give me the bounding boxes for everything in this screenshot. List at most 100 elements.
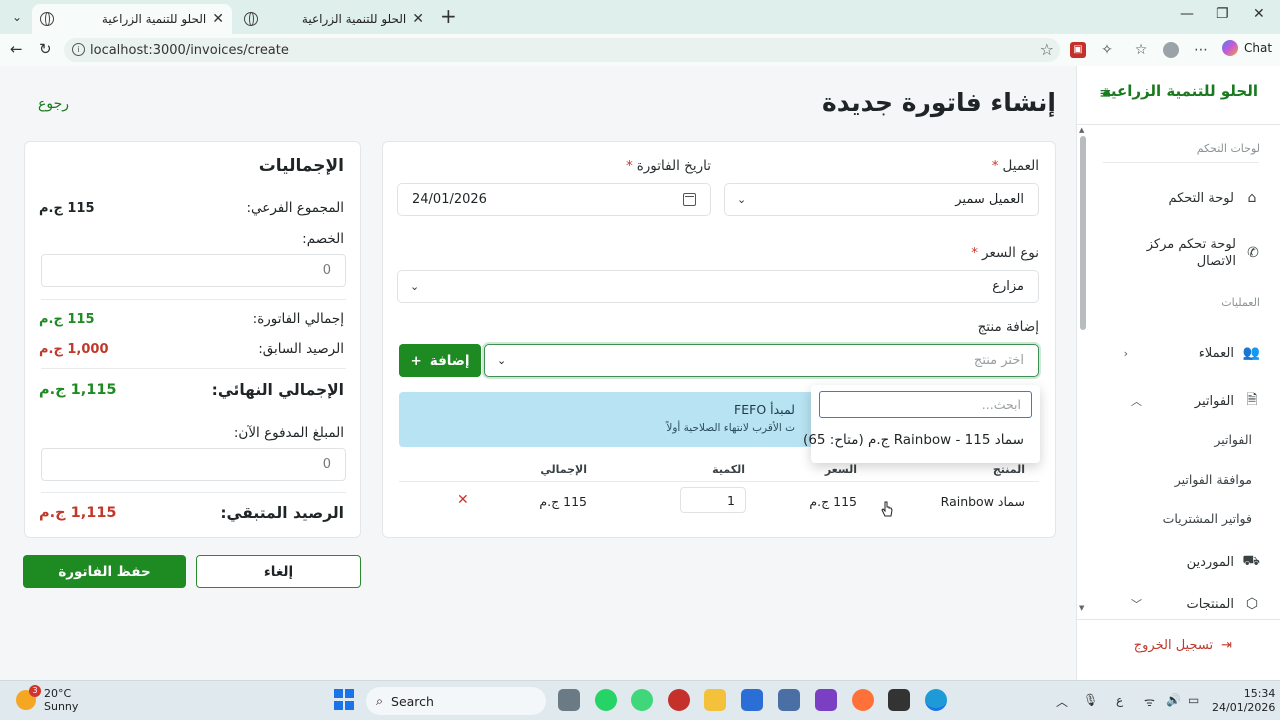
microphone-icon[interactable]: 🎙 <box>1083 693 1098 707</box>
sidebar-item-customers[interactable]: 👥 العملاء ‹ <box>1124 345 1260 361</box>
sidebar-subitem-invoices[interactable]: الفواتير <box>1214 432 1252 447</box>
discount-row: الخصم: <box>39 231 344 247</box>
chevron-up-icon: ︿ <box>1131 395 1142 408</box>
browser-tab-active[interactable]: الحلو للتنمية الزراعية ✕ <box>32 4 232 34</box>
sidebar-item-callcenter[interactable]: ✆ لوحة تحكم مركز الاتصال <box>1120 236 1260 270</box>
favorite-star-icon[interactable]: ☆ <box>1040 40 1054 59</box>
price-type-select[interactable]: مزارع ⌄ <box>397 270 1039 303</box>
totals-card: الإجماليات المجموع الفرعي: 115 ج.م الخصم… <box>24 141 361 538</box>
windows-taskbar: 3 20°C Sunny ⌕ Search ︿ 🎙 ع ᯤ 🔊 ▭ 15:34 … <box>0 680 1280 720</box>
add-button-label: إضافة <box>429 352 470 369</box>
customer-select[interactable]: العميل سمير ⌄ <box>724 183 1039 216</box>
minimize-icon[interactable]: — <box>1180 6 1194 22</box>
volume-icon[interactable]: 🔊 <box>1166 693 1181 707</box>
tab-actions-chevron-icon[interactable]: ⌄ <box>6 6 28 28</box>
sidebar-scrollbar[interactable]: ▲ ▼ <box>1079 126 1087 616</box>
vscode-icon[interactable] <box>741 689 763 711</box>
profile-avatar-icon[interactable] <box>1163 42 1179 58</box>
cell-price: 115 ج.م <box>809 494 857 509</box>
sun-icon: 3 <box>16 685 41 710</box>
cancel-button[interactable]: إلغاء <box>196 555 361 588</box>
dropdown-option[interactable]: سماد Rainbow - 115 ج.م (متاح: 65) <box>803 432 1024 448</box>
whatsapp-icon[interactable] <box>595 689 617 711</box>
visual-studio-icon[interactable] <box>815 689 837 711</box>
maximize-icon[interactable]: ❐ <box>1216 6 1229 22</box>
firefox-icon[interactable] <box>852 689 874 711</box>
paid-amount-input[interactable]: 0 <box>41 448 346 481</box>
favorites-icon[interactable]: ☆ <box>1133 42 1149 58</box>
close-tab-icon[interactable]: ✕ <box>212 11 224 27</box>
weather-widget[interactable]: 3 20°C Sunny <box>16 685 78 713</box>
sidebar-subitem-invoice-approval[interactable]: موافقة الفواتير <box>1175 472 1252 487</box>
customer-value: العميل سمير <box>955 192 1024 207</box>
invoice-total-label: إجمالي الفاتورة: <box>252 311 344 327</box>
invoice-date-field[interactable]: 24/01/2026 <box>397 183 711 216</box>
remove-row-icon[interactable]: ✕ <box>457 492 469 508</box>
chevron-down-icon: ⌄ <box>497 354 507 367</box>
reload-icon[interactable]: ↻ <box>39 40 52 58</box>
system-clock[interactable]: 15:34 24/01/2026 <box>1212 687 1275 715</box>
discount-input[interactable]: 0 <box>41 254 346 287</box>
site-info-icon[interactable]: i <box>72 43 85 56</box>
totals-title: الإجماليات <box>258 156 344 176</box>
extension-icon[interactable]: ▣ <box>1070 42 1086 58</box>
quantity-input[interactable]: 1 <box>680 487 746 513</box>
file-explorer-icon[interactable] <box>704 689 726 711</box>
terminal-icon[interactable] <box>888 689 910 711</box>
summary-divider <box>41 368 346 369</box>
edge-icon[interactable] <box>925 689 947 711</box>
browser-tab[interactable]: الحلو للتنمية الزراعية ✕ <box>236 4 432 34</box>
sidebar-item-invoices[interactable]: 🗎 الفواتير ︿ <box>1131 389 1260 413</box>
calendar-icon[interactable] <box>683 193 696 206</box>
logout-button[interactable]: ⇥ تسجيل الخروج <box>1134 638 1232 653</box>
subtotal-row: المجموع الفرعي: 115 ج.م <box>39 200 344 216</box>
cell-total: 115 ج.م <box>539 494 587 509</box>
task-view-icon[interactable] <box>558 689 580 711</box>
dropdown-search-input[interactable]: ابحث... <box>819 391 1032 418</box>
scroll-up-icon[interactable]: ▲ <box>1079 126 1084 134</box>
sidebar-item-dashboard[interactable]: ⌂ لوحة التحكم <box>1168 190 1260 206</box>
whatsapp-business-icon[interactable] <box>631 689 653 711</box>
extensions-puzzle-icon[interactable]: ✧ <box>1099 42 1115 58</box>
start-windows-icon[interactable] <box>334 689 356 711</box>
cell-product: سماد Rainbow <box>940 494 1025 509</box>
back-link[interactable]: رجوع <box>38 96 69 112</box>
page-viewport: الحلو للتنمية الزراعية ≡ ▲ ▼ لوحات التحك… <box>0 66 1280 680</box>
wifi-icon[interactable]: ᯤ <box>1144 693 1155 710</box>
scrollbar-thumb[interactable] <box>1080 136 1086 330</box>
add-product-button[interactable]: إضافة + <box>399 344 481 377</box>
summary-divider <box>41 492 346 493</box>
discount-label: الخصم: <box>302 231 344 247</box>
invoice-total-row: إجمالي الفاتورة: 115 ج.م <box>39 311 344 327</box>
clock-date: 24/01/2026 <box>1212 701 1276 714</box>
new-tab-icon[interactable]: + <box>440 6 457 26</box>
add-product-label: إضافة منتج <box>977 319 1039 335</box>
menu-toggle-icon[interactable]: ≡ <box>1099 84 1112 102</box>
truck-icon: ⛟ <box>1242 553 1260 569</box>
more-menu-icon[interactable]: ⋯ <box>1193 42 1209 58</box>
sidebar-item-suppliers[interactable]: ⛟ الموردين <box>1187 553 1260 571</box>
invoice-total-value: 115 ج.م <box>39 311 95 327</box>
battery-icon[interactable]: ▭ <box>1188 693 1199 707</box>
fefo-description: ت الأقرب لانتهاء الصلاحية أولاً <box>666 422 795 434</box>
app-red-icon[interactable] <box>668 689 690 711</box>
remote-desktop-icon[interactable] <box>778 689 800 711</box>
copilot-chat-button[interactable]: Chat <box>1222 40 1272 56</box>
sidebar-item-products[interactable]: ⬡ المنتجات ﹀ <box>1131 596 1260 612</box>
language-indicator[interactable]: ع <box>1116 693 1123 707</box>
taskbar-search[interactable]: ⌕ Search <box>366 687 546 715</box>
scroll-down-icon[interactable]: ▼ <box>1079 604 1084 612</box>
back-arrow-icon[interactable]: ← <box>10 40 23 58</box>
product-select[interactable]: اختر منتج ⌄ <box>484 344 1039 377</box>
previous-balance-value: 1,000 ج.م <box>39 341 109 357</box>
tray-overflow-icon[interactable]: ︿ <box>1056 693 1068 710</box>
url-field[interactable]: i localhost:3000/invoices/create ☆ <box>64 38 1060 62</box>
close-tab-icon[interactable]: ✕ <box>412 11 424 27</box>
close-window-icon[interactable]: ✕ <box>1253 6 1265 22</box>
remaining-value: 1,115 ج.م <box>39 505 117 521</box>
weather-text: 20°C Sunny <box>44 687 78 713</box>
globe-icon <box>40 12 54 26</box>
sidebar-subitem-purchase-invoices[interactable]: فواتير المشتريات <box>1163 511 1252 526</box>
save-invoice-button[interactable]: حفظ الفاتورة <box>23 555 186 588</box>
chevron-left-icon: ‹ <box>1123 346 1128 360</box>
